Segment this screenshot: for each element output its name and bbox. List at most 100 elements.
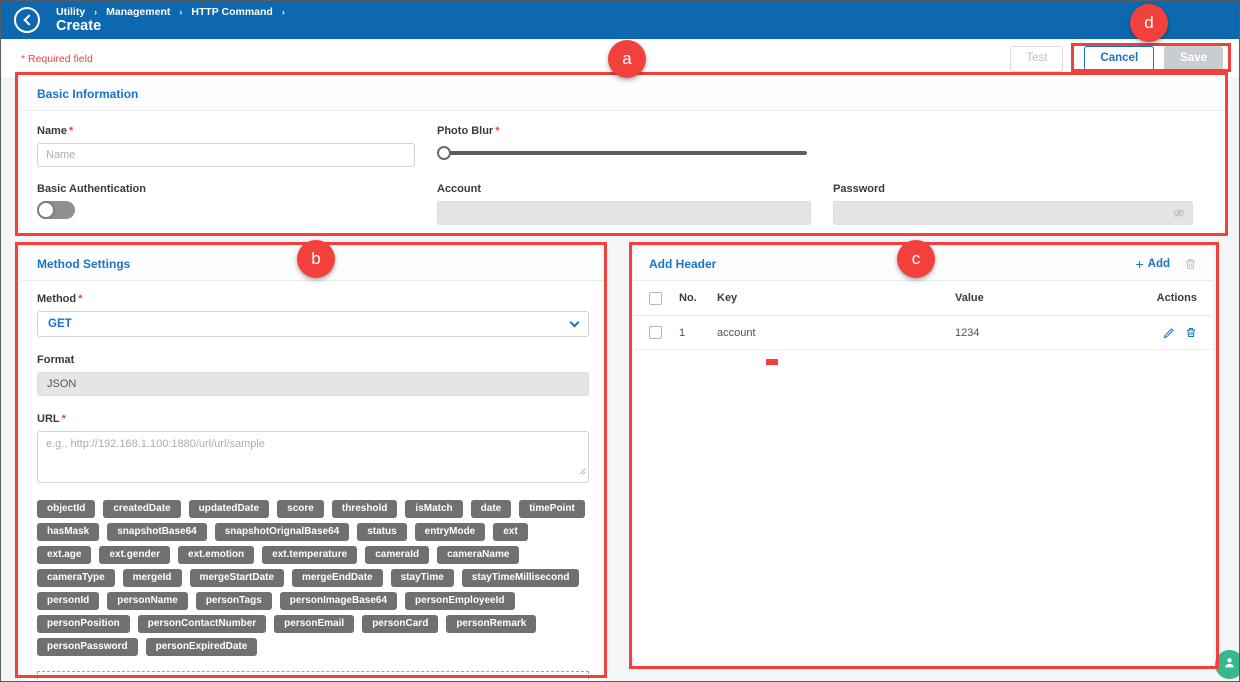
column-key: Key xyxy=(717,292,955,304)
annotation-label-d: d xyxy=(1130,4,1168,42)
placeholder-chip[interactable]: cameraType xyxy=(37,569,115,587)
placeholder-chip[interactable]: mergeEndDate xyxy=(292,569,383,587)
method-label: Method* xyxy=(37,293,589,305)
placeholder-chip[interactable]: stayTimeMillisecond xyxy=(462,569,580,587)
placeholder-chip[interactable]: snapshotOrignalBase64 xyxy=(215,523,349,541)
placeholder-chip[interactable]: personEmployeeId xyxy=(405,592,514,610)
select-all-checkbox[interactable] xyxy=(649,292,662,305)
annotation-label-b: b xyxy=(297,240,335,278)
add-button[interactable]: + Add xyxy=(1135,257,1170,271)
method-settings-title: Method Settings xyxy=(37,257,130,271)
placeholder-chip[interactable]: personCard xyxy=(362,615,438,633)
delete-row-button[interactable] xyxy=(1185,326,1197,339)
breadcrumb-separator-icon: › xyxy=(179,7,182,17)
placeholder-chip[interactable]: ext.emotion xyxy=(178,546,254,564)
slider-track xyxy=(437,151,807,155)
method-field-group: Method* GET xyxy=(37,293,589,337)
account-input xyxy=(437,201,811,225)
placeholder-chip[interactable]: stayTime xyxy=(391,569,454,587)
placeholder-chip[interactable]: personPosition xyxy=(37,615,130,633)
method-select[interactable]: GET xyxy=(37,311,589,337)
row-checkbox[interactable] xyxy=(649,326,662,339)
basic-information-title: Basic Information xyxy=(37,87,138,101)
placeholder-chip[interactable]: objectId xyxy=(37,500,95,518)
toggle-knob xyxy=(37,201,55,219)
basic-auth-field-group: Basic Authentication xyxy=(37,183,415,225)
placeholder-chip[interactable]: personRemark xyxy=(446,615,536,633)
placeholder-chip[interactable]: updatedDate xyxy=(189,500,270,518)
placeholder-chip[interactable]: status xyxy=(357,523,406,541)
placeholder-chip[interactable]: personId xyxy=(37,592,99,610)
password-field-group: Password xyxy=(833,183,1193,225)
placeholder-chip[interactable]: createdDate xyxy=(103,500,180,518)
method-settings-body: Method* GET Format JSON URL* xyxy=(21,281,605,682)
url-textarea[interactable] xyxy=(37,431,589,483)
bulk-delete-button[interactable] xyxy=(1184,257,1197,271)
placeholder-chip[interactable]: personPassword xyxy=(37,638,138,656)
name-input[interactable] xyxy=(37,143,415,167)
placeholder-chip[interactable]: score xyxy=(277,500,324,518)
password-label: Password xyxy=(833,183,1193,195)
slider-thumb[interactable] xyxy=(437,146,451,160)
cancel-button[interactable]: Cancel xyxy=(1084,46,1154,72)
basic-auth-toggle[interactable] xyxy=(37,201,75,219)
annotation-dash xyxy=(766,359,778,365)
breadcrumb-item[interactable]: Utility xyxy=(56,6,85,18)
placeholder-chip[interactable]: ext.age xyxy=(37,546,91,564)
placeholder-chip[interactable]: date xyxy=(471,500,512,518)
back-button[interactable] xyxy=(14,7,40,33)
header-table-head: No. Key Value Actions xyxy=(633,281,1213,316)
http-command-create-page: Utility›Management›HTTP Command› Create … xyxy=(0,0,1240,682)
basic-auth-label: Basic Authentication xyxy=(37,183,415,195)
annotation-label-a: a xyxy=(608,40,646,78)
floating-widget-button[interactable] xyxy=(1215,650,1240,679)
photo-blur-field-group: Photo Blur* xyxy=(437,125,811,167)
topbar: Utility›Management›HTTP Command› Create xyxy=(1,1,1239,39)
method-settings-card: Method Settings Method* GET Format JSON … xyxy=(21,247,605,682)
edit-row-button[interactable] xyxy=(1163,327,1175,339)
photo-blur-slider[interactable] xyxy=(437,146,807,160)
placeholder-chip[interactable]: personImageBase64 xyxy=(280,592,397,610)
placeholder-chip[interactable]: ext.temperature xyxy=(262,546,357,564)
add-header-actions: + Add xyxy=(1135,257,1197,271)
placeholder-chip[interactable]: cameraId xyxy=(365,546,429,564)
column-value: Value xyxy=(955,292,1145,304)
breadcrumb-item[interactable]: Management xyxy=(106,6,170,18)
placeholder-chip[interactable]: ext.gender xyxy=(99,546,170,564)
add-button-label: Add xyxy=(1148,258,1170,270)
spacer-cell xyxy=(833,125,1209,167)
placeholder-chip[interactable]: ext xyxy=(493,523,527,541)
annotation-label-c: c xyxy=(897,240,935,278)
placeholder-chip[interactable]: personEmail xyxy=(274,615,354,633)
placeholder-chip[interactable]: threshold xyxy=(332,500,398,518)
breadcrumb: Utility›Management›HTTP Command› xyxy=(56,6,285,18)
breadcrumb-separator-icon: › xyxy=(94,7,97,17)
placeholder-chip[interactable]: mergeStartDate xyxy=(190,569,284,587)
photo-blur-label: Photo Blur* xyxy=(437,125,811,137)
placeholder-chip[interactable]: snapshotBase64 xyxy=(107,523,206,541)
row-value: 1234 xyxy=(955,327,1145,339)
method-selected-value: GET xyxy=(48,318,72,330)
placeholder-chip[interactable]: personContactNumber xyxy=(138,615,266,633)
header-table-body: 1account1234 xyxy=(633,316,1213,350)
placeholder-chip[interactable]: isMatch xyxy=(405,500,462,518)
placeholder-chip[interactable]: cameraName xyxy=(437,546,519,564)
person-icon xyxy=(1223,656,1236,674)
placeholder-chip[interactable]: personTags xyxy=(196,592,272,610)
account-label: Account xyxy=(437,183,811,195)
placeholder-chip[interactable]: mergeId xyxy=(123,569,182,587)
basic-information-card: Basic Information Name* Photo Blur* xyxy=(21,77,1225,233)
basic-information-body: Name* Photo Blur* Basic Authentication xyxy=(21,111,1225,225)
placeholder-chip[interactable]: entryMode xyxy=(415,523,486,541)
placeholder-chip[interactable]: timePoint xyxy=(519,500,585,518)
name-field-group: Name* xyxy=(37,125,415,167)
column-actions: Actions xyxy=(1145,292,1197,304)
test-button[interactable]: Test xyxy=(1010,46,1063,72)
placeholder-chip[interactable]: personName xyxy=(107,592,188,610)
account-field-group: Account xyxy=(437,183,811,225)
save-button[interactable]: Save xyxy=(1164,46,1223,72)
placeholder-chip[interactable]: personExpiredDate xyxy=(146,638,258,656)
breadcrumb-item[interactable]: HTTP Command xyxy=(191,6,272,18)
placeholder-chip[interactable]: hasMask xyxy=(37,523,99,541)
add-header-title: Add Header xyxy=(649,257,716,271)
